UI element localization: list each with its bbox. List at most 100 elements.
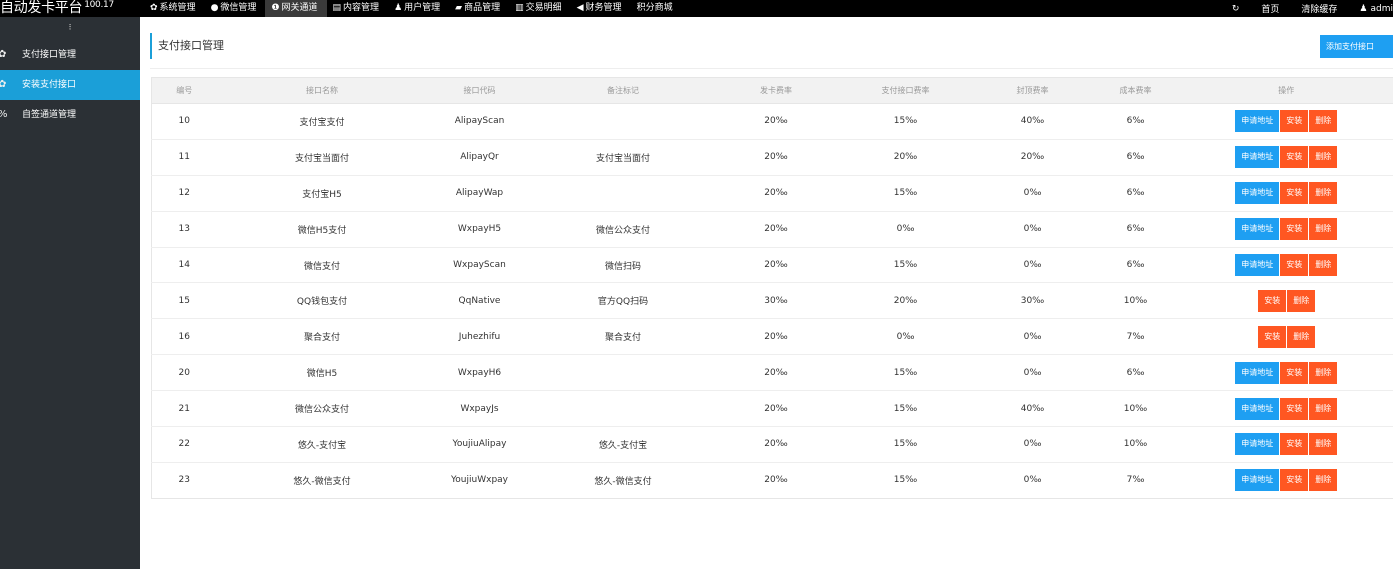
install-button[interactable]: 安装: [1280, 182, 1309, 205]
finance-icon: ◀: [576, 3, 584, 13]
delete-button[interactable]: 删除: [1309, 433, 1338, 456]
cell-actions: 申请地址 安装 删除: [1179, 390, 1393, 428]
cell-cap-rate: 30‰: [973, 282, 1092, 320]
nav-item-2[interactable]: ❶ 网关通道: [265, 0, 327, 17]
refresh-icon: ↻: [1231, 3, 1240, 14]
brand[interactable]: 自动发卡平台 100.17: [0, 0, 114, 17]
sidebar-item-0[interactable]: ✿ 支付接口管理: [0, 40, 140, 70]
column-header: 操作: [1179, 77, 1393, 104]
cell-remark: [531, 175, 715, 212]
install-button[interactable]: 安装: [1280, 110, 1309, 133]
apply-address-button[interactable]: 申请地址: [1235, 433, 1280, 456]
cell-remark: 官方QQ扫码: [531, 282, 715, 320]
sidebar-item-label: 自签通道管理: [22, 110, 77, 120]
table-row: 15 QQ钱包支付 QqNative 官方QQ扫码 30‰ 20‰ 30‰ 10‰ 安装 删除: [151, 282, 1393, 320]
nav-item-label: 用户管理: [404, 3, 441, 13]
cell-cap-rate: 20‰: [973, 139, 1092, 176]
cell-cap-rate: 40‰: [973, 103, 1092, 140]
nav-item-1[interactable]: ● 微信管理: [205, 0, 266, 17]
cell-name: 微信支付: [216, 247, 428, 284]
sidebar-item-1[interactable]: ✿ 安装支付接口: [0, 70, 140, 100]
install-button[interactable]: 安装: [1258, 289, 1287, 312]
apply-address-button[interactable]: 申请地址: [1235, 218, 1280, 241]
cell-code: WxpayJs: [427, 390, 532, 428]
apply-address-button[interactable]: 申请地址: [1235, 469, 1280, 492]
add-payment-interface-button[interactable]: 添加支付接口: [1320, 35, 1393, 58]
cell-cost-rate: 10‰: [1091, 426, 1180, 463]
refresh-button[interactable]: ↻: [1232, 4, 1240, 14]
apply-address-button[interactable]: 申请地址: [1235, 110, 1280, 133]
nav-item-5[interactable]: ▰ 商品管理: [449, 0, 509, 17]
install-button[interactable]: 安装: [1280, 397, 1309, 420]
brand-version: 100.17: [84, 0, 114, 10]
delete-button[interactable]: 删除: [1309, 397, 1338, 420]
install-button[interactable]: 安装: [1280, 146, 1309, 169]
nav-item-7[interactable]: ◀ 财务管理: [571, 0, 631, 17]
cell-pay-rate: 15‰: [837, 426, 974, 463]
apply-address-button[interactable]: 申请地址: [1235, 397, 1280, 420]
table-row: 12 支付宝H5 AlipayWap 20‰ 15‰ 0‰ 6‰ 申请地址 安装 删除: [151, 175, 1393, 212]
cell-id: 23: [151, 462, 217, 499]
gear-icon: ✿: [150, 3, 158, 13]
cell-id: 10: [151, 103, 217, 140]
clear-cache-link[interactable]: 清除缓存: [1301, 2, 1337, 15]
nav-item-4[interactable]: ♟ 用户管理: [388, 0, 449, 17]
install-button[interactable]: 安装: [1280, 433, 1309, 456]
sidebar-item-label: 支付接口管理: [22, 50, 77, 60]
apply-address-button[interactable]: 申请地址: [1235, 254, 1280, 276]
cell-actions: 申请地址 安装 删除: [1179, 103, 1393, 140]
delete-button[interactable]: 删除: [1309, 146, 1338, 169]
user-menu[interactable]: ♟ admi: [1359, 4, 1393, 14]
sidebar-toggle[interactable]: ⁝: [0, 17, 140, 40]
apply-address-button[interactable]: 申请地址: [1235, 361, 1280, 384]
apply-address-button[interactable]: 申请地址: [1235, 182, 1280, 205]
delete-button[interactable]: 删除: [1287, 325, 1316, 348]
cell-cap-rate: 0‰: [973, 462, 1092, 499]
nav-item-0[interactable]: ✿ 系统管理: [144, 0, 205, 17]
sidebar-item-2[interactable]: % 自签通道管理: [0, 100, 140, 130]
cell-name: QQ钱包支付: [216, 282, 428, 320]
cell-pay-rate: 0‰: [837, 318, 974, 356]
cell-pay-rate: 15‰: [837, 175, 974, 212]
cell-actions: 申请地址 安装 删除: [1179, 211, 1393, 248]
delete-button[interactable]: 删除: [1309, 254, 1338, 276]
install-button[interactable]: 安装: [1280, 361, 1309, 384]
delete-button[interactable]: 删除: [1309, 218, 1338, 241]
install-button[interactable]: 安装: [1280, 469, 1309, 492]
nav-item-3[interactable]: ▤ 内容管理: [327, 0, 389, 17]
delete-button[interactable]: 删除: [1309, 469, 1338, 492]
delete-button[interactable]: 删除: [1309, 361, 1338, 384]
user-name: admi: [1370, 3, 1393, 14]
cell-cap-rate: 0‰: [973, 354, 1092, 392]
cell-remark: 微信扫码: [531, 247, 715, 284]
nav-item-label: 商品管理: [464, 3, 501, 13]
cell-id: 21: [151, 390, 217, 428]
users-icon: ♟: [394, 3, 403, 13]
cell-code: WxpayH6: [427, 354, 532, 392]
bar-chart-icon: ▥: [515, 3, 524, 13]
cell-actions: 申请地址 安装 删除: [1179, 426, 1393, 463]
cell-id: 16: [151, 318, 217, 356]
home-link[interactable]: 首页: [1261, 2, 1279, 15]
delete-button[interactable]: 删除: [1309, 182, 1338, 205]
nav-item-label: 内容管理: [343, 3, 380, 13]
delete-button[interactable]: 删除: [1309, 110, 1338, 133]
install-button[interactable]: 安装: [1258, 325, 1287, 348]
cell-pay-rate: 15‰: [837, 354, 974, 392]
cell-name: 支付宝支付: [216, 103, 428, 140]
install-button[interactable]: 安装: [1280, 218, 1309, 241]
cell-cap-rate: 0‰: [973, 247, 1092, 284]
apply-address-button[interactable]: 申请地址: [1235, 146, 1280, 169]
delete-button[interactable]: 删除: [1287, 289, 1316, 312]
nav-item-6[interactable]: ▥ 交易明细: [509, 0, 571, 17]
cell-code: QqNative: [427, 282, 532, 320]
cell-actions: 申请地址 安装 删除: [1179, 139, 1393, 176]
install-button[interactable]: 安装: [1280, 254, 1309, 276]
cell-code: YoujiuAlipay: [427, 426, 532, 463]
column-header: 支付接口费率: [837, 77, 974, 104]
nav-item-8[interactable]: 积分商城: [631, 0, 682, 17]
main-nav: ✿ 系统管理 ● 微信管理 ❶ 网关通道 ▤ 内容管理 ♟ 用户管理 ▰ 商品管理 ▥ 交易明细 ◀ 财务管理…: [144, 0, 682, 17]
nav-item-label: 财务管理: [585, 3, 622, 13]
top-navbar: 自动发卡平台 100.17 ✿ 系统管理 ● 微信管理 ❶ 网关通道 ▤ 内容管理 ♟ 用户管理 ▰ 商…: [0, 0, 1393, 17]
cell-name: 支付宝当面付: [216, 139, 428, 176]
